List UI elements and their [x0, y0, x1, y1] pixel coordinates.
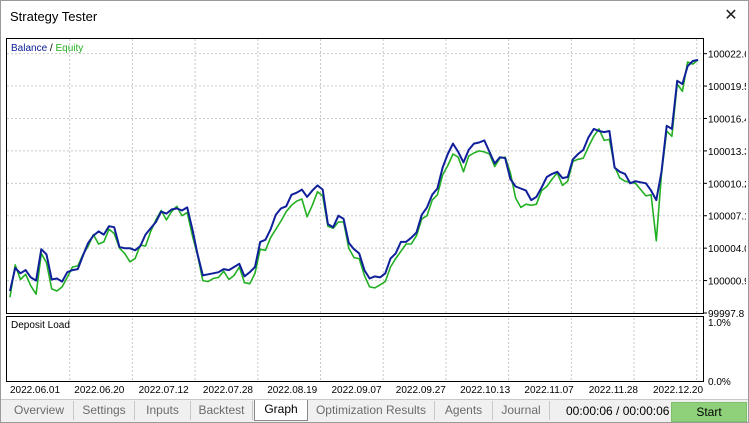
legend: Balance / Equity	[11, 43, 83, 54]
strategy-tester-window: Strategy Tester ✕ Balance / Equity 10002…	[0, 0, 749, 423]
y-tick-label: 100022.6	[708, 50, 746, 61]
tab-journal[interactable]: Journal	[493, 401, 550, 420]
x-tick-label: 2022.07.28	[203, 385, 253, 396]
deposit-load-tick-top: 1.0%	[708, 318, 731, 329]
legend-equity: Equity	[55, 43, 83, 54]
tab-overview[interactable]: Overview	[5, 401, 74, 420]
y-tick-label: 100007.1	[708, 212, 746, 223]
tab-backtest[interactable]: Backtest	[191, 401, 253, 420]
deposit-load-frame	[6, 316, 704, 382]
x-tick-label: 2022.12.20	[653, 385, 703, 396]
x-tick-label: 2022.07.12	[139, 385, 189, 396]
balance-equity-chart: Balance / Equity 100022.6 100019.5 100016.…	[6, 38, 748, 396]
tab-agents[interactable]: Agents	[435, 401, 493, 420]
x-tick-label: 2022.09.07	[332, 385, 382, 396]
x-tick-label: 2022.11.07	[524, 385, 574, 396]
y-tick-label: 100016.4	[708, 114, 746, 125]
x-tick-label: 2022.11.28	[589, 385, 639, 396]
deposit-load-tick-bottom: 0.0%	[708, 377, 731, 388]
main-plot-frame	[6, 38, 704, 314]
legend-balance: Balance	[11, 43, 48, 54]
deposit-load-title: Deposit Load	[11, 320, 70, 331]
x-tick-label: 2022.09.27	[396, 385, 446, 396]
y-tick-label: 100000.9	[708, 277, 746, 288]
tab-inputs[interactable]: Inputs	[135, 401, 191, 420]
y-tick-label: 100010.2	[708, 179, 746, 190]
tab-settings[interactable]: Settings	[74, 401, 135, 420]
tab-bar: Overview Settings Inputs Backtest Graph …	[1, 399, 748, 422]
x-tick-label: 2022.08.19	[267, 385, 317, 396]
series-line-equity	[9, 59, 699, 298]
legend-separator: /	[47, 43, 55, 54]
tab-graph[interactable]: Graph	[254, 400, 308, 421]
close-icon[interactable]: ✕	[720, 5, 742, 27]
chart-area: Balance / Equity 100022.6 100019.5 100016.…	[5, 37, 748, 400]
tab-optimization-results[interactable]: Optimization Results	[308, 401, 435, 420]
x-tick-label: 2022.06.01	[10, 385, 60, 396]
y-tick-label: 100013.3	[708, 147, 746, 158]
x-tick-label: 2022.06.20	[74, 385, 124, 396]
title-bar: Strategy Tester ✕	[1, 1, 748, 32]
y-tick-label: 100004.0	[708, 244, 746, 255]
elapsed-timer: 00:00:06 / 00:00:06	[566, 404, 670, 418]
window-title: Strategy Tester	[10, 9, 98, 24]
y-tick-label: 100019.5	[708, 82, 746, 93]
x-tick-label: 2022.10.13	[460, 385, 510, 396]
start-button[interactable]: Start	[671, 402, 747, 422]
